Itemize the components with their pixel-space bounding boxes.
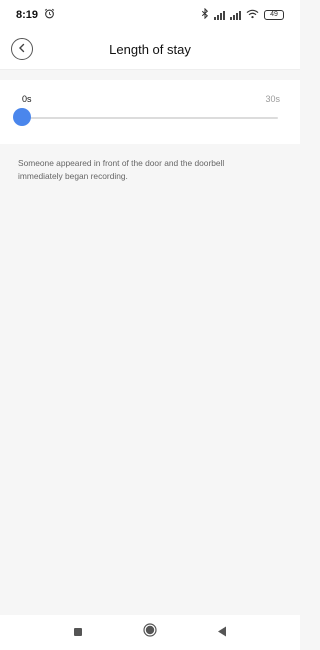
status-left: 8:19	[16, 8, 55, 22]
slider-min-label: 0s	[22, 94, 32, 104]
battery-icon: 49	[264, 10, 284, 20]
slider-track[interactable]	[13, 108, 278, 126]
alarm-icon	[44, 8, 55, 22]
page-title: Length of stay	[109, 42, 191, 57]
slider-thumb[interactable]	[13, 108, 31, 126]
description-text: Someone appeared in front of the door an…	[18, 158, 225, 181]
bluetooth-icon	[201, 7, 209, 22]
back-nav-button[interactable]	[212, 623, 232, 643]
signal-icon	[230, 10, 241, 20]
recents-square-icon	[73, 624, 83, 642]
recents-button[interactable]	[68, 623, 88, 643]
back-triangle-icon	[217, 624, 227, 642]
length-of-stay-slider-card: 0s 30s	[0, 80, 300, 144]
slider-max-label: 30s	[265, 94, 280, 104]
status-time: 8:19	[16, 9, 39, 21]
home-circle-icon	[143, 623, 157, 642]
system-nav-bar	[0, 615, 300, 650]
status-bar: 8:19 49	[0, 0, 300, 30]
wifi-icon	[246, 9, 259, 22]
status-right: 49	[201, 7, 284, 22]
home-button[interactable]	[140, 623, 160, 643]
signal-icon	[214, 10, 225, 20]
header: Length of stay	[0, 30, 300, 70]
